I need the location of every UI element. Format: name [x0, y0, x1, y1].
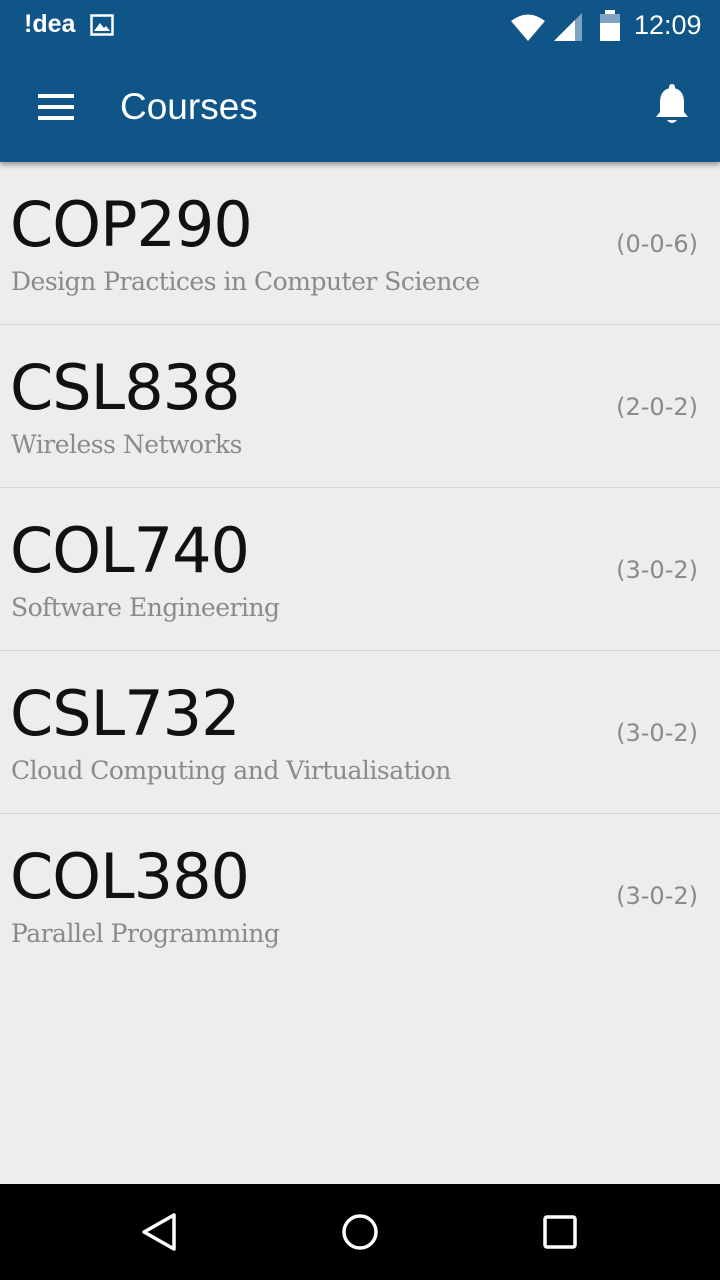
- course-credits: (3-0-2): [616, 719, 698, 747]
- course-credits: (0-0-6): [616, 230, 698, 258]
- course-code: COL380: [10, 840, 250, 913]
- course-list: COP290 Design Practices in Computer Scie…: [0, 162, 720, 977]
- home-icon[interactable]: [340, 1212, 380, 1252]
- course-code: COL740: [10, 514, 250, 587]
- recents-icon[interactable]: [540, 1212, 580, 1252]
- bell-icon[interactable]: [648, 82, 696, 130]
- page-title: Courses: [120, 86, 258, 127]
- course-credits: (2-0-2): [616, 393, 698, 421]
- carrier-label: !dea: [24, 10, 76, 38]
- battery-icon: [599, 10, 621, 46]
- hamburger-menu-icon[interactable]: [28, 85, 84, 129]
- course-credits: (3-0-2): [616, 556, 698, 584]
- course-credits: (3-0-2): [616, 882, 698, 910]
- course-item[interactable]: CSL838 Wireless Networks (2-0-2): [0, 325, 720, 488]
- course-code: CSL838: [10, 351, 241, 424]
- course-name: Software Engineering: [11, 593, 280, 622]
- status-bar: !dea 12:09: [0, 0, 720, 52]
- course-name: Wireless Networks: [11, 430, 243, 459]
- back-icon[interactable]: [140, 1212, 180, 1252]
- signal-icon: [553, 12, 583, 46]
- clock: 12:09: [634, 10, 702, 40]
- course-item[interactable]: COL380 Parallel Programming (3-0-2): [0, 814, 720, 977]
- course-name: Cloud Computing and Virtualisation: [11, 756, 451, 785]
- navigation-bar: [0, 1184, 720, 1280]
- wifi-icon: [510, 12, 546, 46]
- image-notification-icon: [90, 14, 114, 40]
- course-item[interactable]: CSL732 Cloud Computing and Virtualisatio…: [0, 651, 720, 814]
- course-item[interactable]: COP290 Design Practices in Computer Scie…: [0, 162, 720, 325]
- course-item[interactable]: COL740 Software Engineering (3-0-2): [0, 488, 720, 651]
- course-code: CSL732: [10, 677, 241, 750]
- course-name: Design Practices in Computer Science: [11, 267, 480, 296]
- course-name: Parallel Programming: [11, 919, 280, 948]
- app-bar: Courses: [0, 52, 720, 162]
- course-code: COP290: [10, 188, 253, 261]
